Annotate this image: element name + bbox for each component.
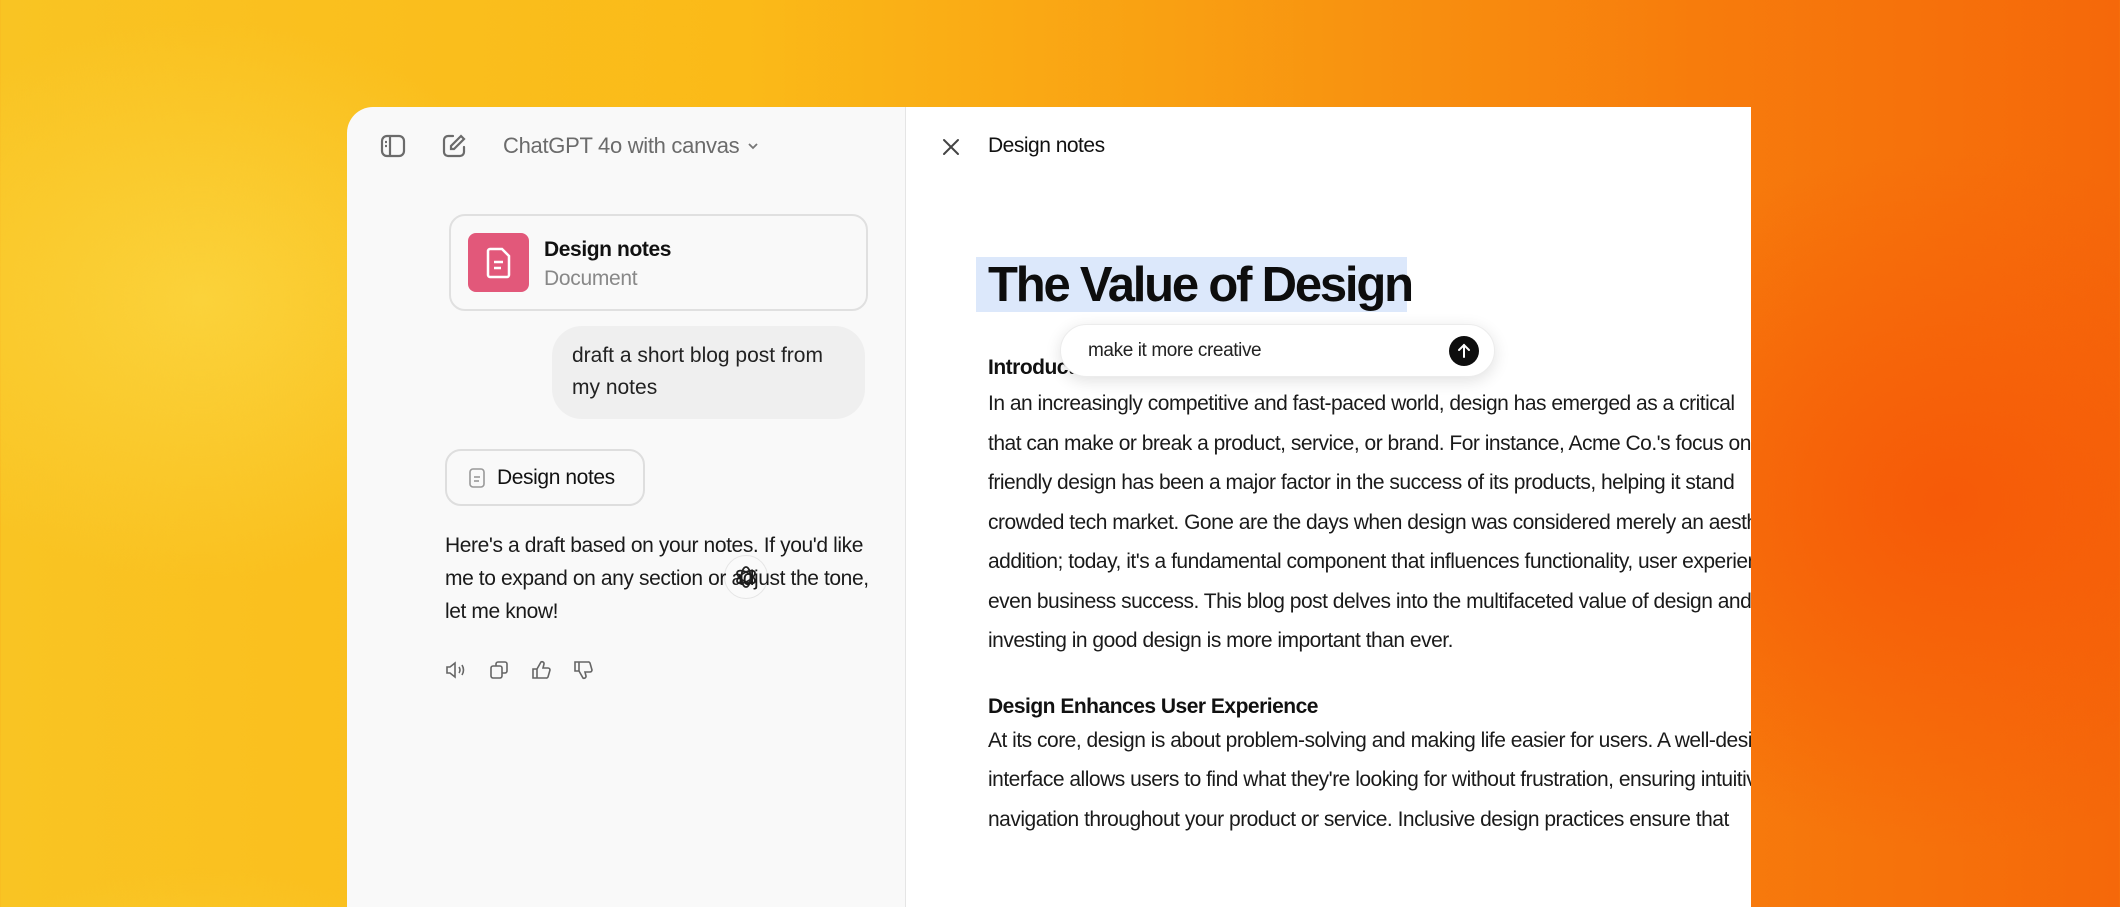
model-title: ChatGPT 4o with canvas: [503, 133, 740, 158]
thumbs-down-icon[interactable]: [573, 660, 593, 685]
assistant-message-line: Here's a draft based on your notes. If y…: [445, 534, 863, 557]
paragraph-line: crowded tech market. Gone are the days w…: [988, 510, 1751, 534]
prompt-input[interactable]: make it more creative: [1088, 340, 1262, 362]
paragraph-line: In an increasingly competitive and fast-…: [988, 392, 1735, 415]
section-heading: Design Enhances User Experience: [988, 694, 1319, 718]
canvas-title: Design notes: [988, 134, 1105, 157]
send-button[interactable]: [1449, 336, 1479, 366]
open-document-button[interactable]: Design notes: [445, 449, 645, 506]
assistant-message-line: let me know!: [445, 600, 559, 623]
new-chat-icon[interactable]: [441, 133, 467, 159]
user-message-line: draft a short blog post from: [572, 344, 823, 367]
app-window: ChatGPT 4o with canvas Design notes Docu…: [347, 107, 1751, 907]
paragraph-line: even business success. This blog post de…: [988, 589, 1751, 613]
inline-prompt-box: make it more creative: [1060, 324, 1495, 377]
close-icon[interactable]: [941, 137, 961, 162]
assistant-message: Here's a draft based on your notes. If y…: [445, 529, 885, 628]
paragraph-line: friendly design has been a major factor …: [988, 471, 1735, 494]
paragraph-line: addition; today, it's a fundamental comp…: [988, 550, 1751, 573]
thumbs-up-icon[interactable]: [531, 660, 551, 685]
arrow-up-icon: [1458, 343, 1470, 358]
chevron-down-icon: [747, 137, 759, 155]
paragraph-line: navigation throughout your product or se…: [988, 807, 1729, 831]
copy-icon[interactable]: [489, 660, 509, 685]
speaker-icon[interactable]: [445, 660, 467, 685]
document-card-title: Design notes: [544, 238, 672, 261]
paragraph-line: investing in good design is more importa…: [988, 629, 1453, 652]
assistant-message-line: me to expand on any section or adjust th…: [445, 567, 869, 590]
document-card-subtitle: Document: [544, 267, 638, 290]
paragraph-line: At its core, design is about problem-sol…: [988, 728, 1751, 752]
user-message: draft a short blog post from my notes: [552, 326, 865, 419]
paragraph-line: that can make or break a product, servic…: [988, 431, 1751, 455]
model-selector[interactable]: ChatGPT 4o with canvas: [503, 133, 759, 159]
document-pill-label: Design notes: [497, 465, 615, 489]
toggle-sidebar-icon[interactable]: [380, 134, 406, 158]
message-actions: [445, 660, 593, 685]
paragraph-line: interface allows users to find what they…: [988, 768, 1751, 791]
user-message-line: my notes: [572, 376, 658, 399]
canvas-panel: Design notes The Value of Design Introdu…: [905, 107, 1751, 907]
document-card[interactable]: Design notes Document: [449, 214, 868, 311]
document-icon: [469, 467, 485, 488]
document-body[interactable]: Introduction In an increasingly competit…: [988, 356, 1751, 839]
document-title[interactable]: The Value of Design: [988, 257, 1414, 312]
document-icon: [468, 233, 529, 292]
